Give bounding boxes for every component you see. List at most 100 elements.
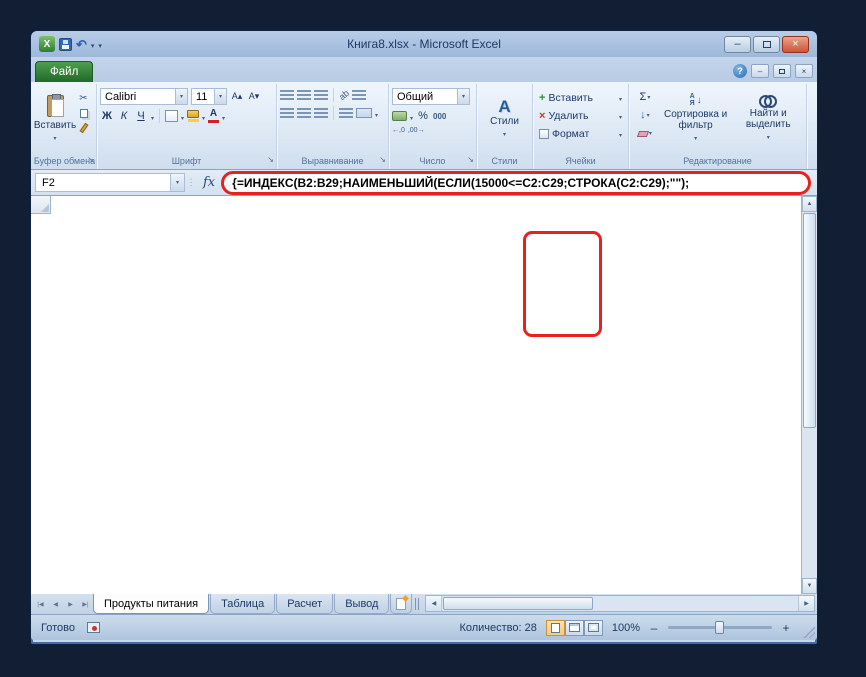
- orientation-icon[interactable]: ab: [337, 88, 351, 102]
- styles-button[interactable]: A Стили: [480, 86, 529, 152]
- fill-color-dropdown-icon[interactable]: [202, 107, 205, 125]
- align-center-icon[interactable]: [297, 108, 311, 118]
- copy-icon[interactable]: [80, 109, 88, 118]
- align-bottom-icon[interactable]: [314, 90, 328, 100]
- page-break-view-button[interactable]: [584, 620, 603, 636]
- qat-customize-icon[interactable]: [98, 35, 102, 53]
- zoom-slider[interactable]: [668, 626, 772, 629]
- font-color-icon[interactable]: А: [208, 109, 219, 123]
- scroll-right-icon[interactable]: [798, 596, 814, 611]
- macro-record-icon[interactable]: [87, 622, 100, 633]
- zoom-level[interactable]: 100%: [612, 622, 640, 634]
- save-icon[interactable]: [59, 38, 72, 51]
- insert-cells-button[interactable]: + Вставить: [536, 89, 625, 107]
- scroll-down-icon[interactable]: [802, 578, 817, 594]
- find-select-button[interactable]: Найти и выделить: [733, 86, 803, 152]
- select-all-corner[interactable]: [31, 196, 51, 214]
- horizontal-scroll-thumb[interactable]: [443, 597, 593, 610]
- increase-decimal-icon[interactable]: ←,0: [392, 127, 405, 134]
- delete-cells-button[interactable]: × Удалить: [536, 107, 625, 125]
- vertical-scroll-track[interactable]: [802, 429, 817, 578]
- close-button[interactable]: ×: [782, 36, 809, 53]
- grow-font-icon[interactable]: A▴: [230, 89, 244, 105]
- currency-format-icon[interactable]: [392, 111, 407, 121]
- fill-button[interactable]: ↓: [640, 109, 650, 122]
- number-dialog-launcher-icon[interactable]: [467, 149, 474, 167]
- borders-dropdown-icon[interactable]: [181, 107, 184, 125]
- number-format-dropdown-icon[interactable]: [457, 89, 469, 104]
- sheet-tab-tablitsa[interactable]: Таблица: [210, 594, 275, 614]
- sheet-tab-raschet[interactable]: Расчет: [276, 594, 333, 614]
- prev-sheet-icon[interactable]: [48, 594, 63, 614]
- comma-format-icon[interactable]: 000: [433, 112, 446, 121]
- insert-function-button[interactable]: fx: [197, 175, 221, 190]
- number-format-combo[interactable]: Общий: [392, 88, 470, 105]
- scroll-left-icon[interactable]: [426, 596, 442, 611]
- next-sheet-icon[interactable]: [63, 594, 78, 614]
- name-box[interactable]: F2: [35, 173, 185, 192]
- percent-format-icon[interactable]: %: [416, 108, 430, 124]
- formula-input[interactable]: {=ИНДЕКС(B2:B29;НАИМЕНЬШИЙ(ЕСЛИ(15000<=C…: [221, 171, 811, 195]
- bold-button[interactable]: Ж: [100, 108, 114, 124]
- resize-grip[interactable]: [802, 625, 815, 638]
- zoom-slider-thumb[interactable]: [715, 621, 724, 634]
- font-dialog-launcher-icon[interactable]: [267, 149, 274, 167]
- wrap-text-icon[interactable]: [352, 90, 366, 100]
- font-color-dropdown-icon[interactable]: [222, 107, 225, 125]
- maximize-button[interactable]: [753, 36, 780, 53]
- format-cells-button[interactable]: Формат: [536, 125, 625, 143]
- paste-button[interactable]: Вставить: [36, 86, 74, 152]
- clear-button[interactable]: [638, 127, 652, 140]
- fill-color-icon[interactable]: [187, 110, 199, 122]
- decrease-decimal-icon[interactable]: ,00→: [408, 127, 425, 134]
- vertical-scroll-thumb[interactable]: [803, 213, 816, 428]
- zoom-in-icon[interactable]: +: [781, 622, 791, 634]
- format-painter-icon[interactable]: [82, 123, 86, 133]
- file-tab[interactable]: Файл: [35, 61, 93, 82]
- sheet-tab-vyvod[interactable]: Вывод: [334, 594, 389, 614]
- sheet-tab-produkty-pitaniya[interactable]: Продукты питания: [93, 594, 209, 614]
- normal-view-button[interactable]: [546, 620, 565, 636]
- font-size-dropdown-icon[interactable]: [214, 89, 226, 104]
- tab-splitter[interactable]: [412, 594, 421, 614]
- excel-logo-icon[interactable]: X: [39, 36, 55, 52]
- name-box-dropdown-icon[interactable]: [170, 174, 184, 191]
- underline-button[interactable]: Ч: [134, 108, 148, 124]
- minimize-button[interactable]: –: [724, 36, 751, 53]
- merge-center-icon[interactable]: [356, 108, 372, 118]
- font-name-combo[interactable]: Calibri: [100, 88, 188, 105]
- alignment-dialog-launcher-icon[interactable]: [379, 149, 386, 167]
- workbook-restore-button[interactable]: [773, 64, 791, 78]
- undo-dropdown-icon[interactable]: [91, 35, 95, 53]
- align-right-icon[interactable]: [314, 108, 328, 118]
- zoom-out-icon[interactable]: –: [649, 622, 659, 634]
- shrink-font-icon[interactable]: A▾: [247, 89, 261, 105]
- help-icon[interactable]: ?: [733, 64, 747, 78]
- formula-bar-splitter[interactable]: ⋮: [185, 177, 197, 188]
- clipboard-dialog-launcher-icon[interactable]: [87, 149, 94, 167]
- scroll-up-icon[interactable]: [802, 196, 817, 212]
- insert-worksheet-button[interactable]: [390, 594, 412, 614]
- horizontal-scrollbar[interactable]: [425, 595, 815, 612]
- currency-dropdown-icon[interactable]: [410, 107, 413, 125]
- align-middle-icon[interactable]: [297, 90, 311, 100]
- font-name-dropdown-icon[interactable]: [175, 89, 187, 104]
- first-sheet-icon[interactable]: [33, 594, 48, 614]
- page-layout-view-button[interactable]: [565, 620, 584, 636]
- vertical-scrollbar[interactable]: [801, 196, 817, 594]
- align-left-icon[interactable]: [280, 108, 294, 118]
- cut-icon[interactable]: ✂: [79, 94, 87, 104]
- workbook-close-button[interactable]: ×: [795, 64, 813, 78]
- italic-button[interactable]: К: [117, 108, 131, 124]
- align-top-icon[interactable]: [280, 90, 294, 100]
- font-size-combo[interactable]: 11: [191, 88, 227, 105]
- workbook-minimize-button[interactable]: –: [751, 64, 769, 78]
- underline-dropdown-icon[interactable]: [151, 107, 154, 125]
- borders-icon[interactable]: [165, 110, 178, 122]
- undo-icon[interactable]: ↶: [76, 38, 87, 51]
- horizontal-scroll-track[interactable]: [594, 596, 798, 611]
- autosum-button[interactable]: Σ: [640, 91, 651, 104]
- last-sheet-icon[interactable]: [78, 594, 93, 614]
- decrease-indent-icon[interactable]: [339, 108, 353, 118]
- merge-dropdown-icon[interactable]: [375, 104, 378, 122]
